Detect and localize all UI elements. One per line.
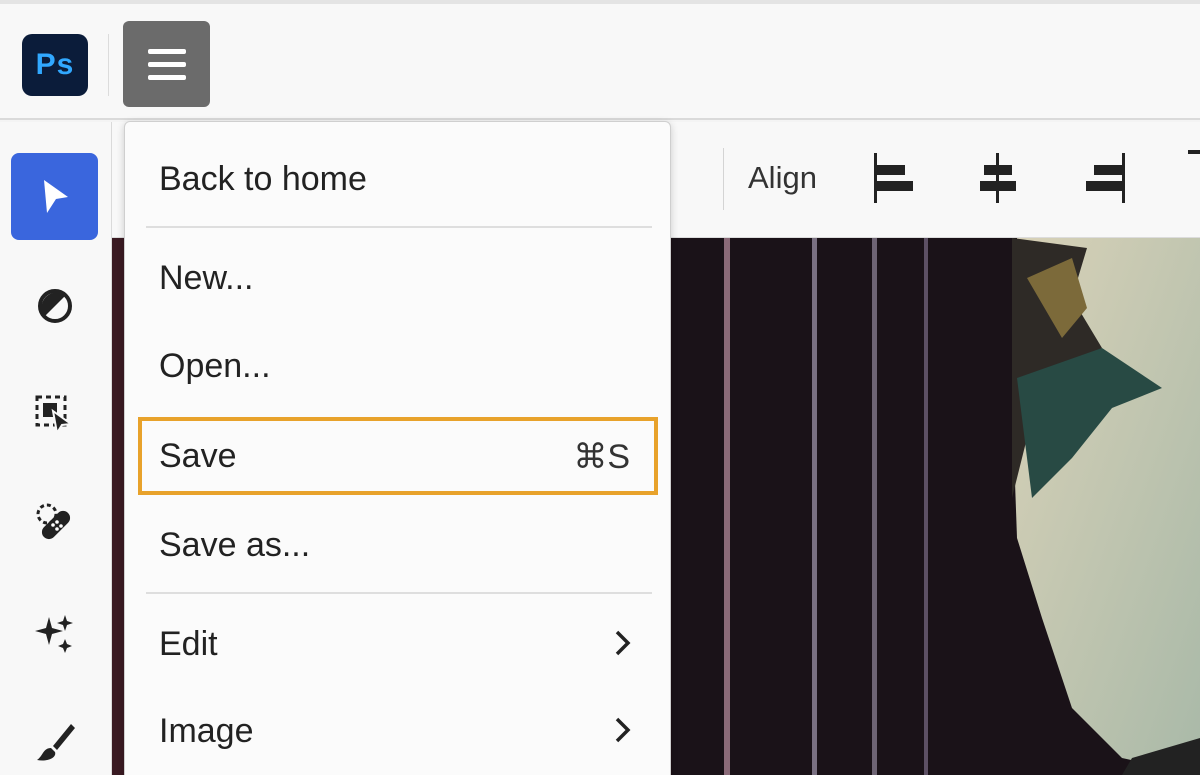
menu-item-back-to-home[interactable]: Back to home [159, 159, 367, 199]
align-center-button[interactable] [968, 148, 1028, 208]
menu-item-open[interactable]: Open... [159, 346, 271, 386]
logo-text: Ps [35, 48, 75, 81]
align-label: Align [748, 160, 817, 195]
align-left-button[interactable] [860, 148, 920, 208]
menu-item-image[interactable]: Image [159, 711, 254, 751]
adjustment-tool[interactable] [11, 262, 98, 349]
chevron-right-icon [615, 717, 631, 743]
tools-panel [0, 122, 112, 775]
main-menu-button[interactable] [123, 21, 210, 107]
photoshop-logo[interactable]: Ps [22, 34, 88, 96]
menu-separator [146, 226, 652, 228]
save-shortcut: ⌘S [573, 438, 630, 476]
overflow-tool-icon[interactable] [1188, 150, 1200, 154]
brush-icon [36, 723, 75, 761]
bandage-icon [36, 503, 70, 539]
align-right-button[interactable] [1078, 148, 1138, 208]
menu-item-new[interactable]: New... [159, 258, 253, 298]
align-left-icon [874, 153, 913, 203]
menu-item-save[interactable]: Save [159, 436, 237, 476]
header-divider [108, 34, 109, 96]
align-right-icon [1086, 153, 1125, 203]
brush-tool[interactable] [11, 698, 98, 775]
sparkles-icon [34, 614, 73, 653]
object-select-tool[interactable] [11, 371, 98, 458]
generative-fill-tool[interactable] [11, 589, 98, 676]
options-divider [723, 148, 724, 210]
healing-tool[interactable] [11, 480, 98, 567]
half-circle-contrast-icon [37, 288, 72, 323]
chevron-right-icon [615, 630, 631, 656]
hamburger-menu-icon [147, 48, 186, 54]
menu-item-save-as[interactable]: Save as... [159, 525, 310, 565]
select-tool[interactable] [11, 153, 98, 240]
menu-separator [146, 592, 652, 594]
align-center-icon [980, 153, 1016, 203]
object-select-icon [35, 395, 74, 436]
main-menu-dropdown: Back to home New... Open... Save ⌘S Save… [124, 121, 671, 775]
menu-item-edit[interactable]: Edit [159, 624, 218, 664]
pointer-arrow-icon [43, 179, 68, 213]
app-header: Ps [0, 0, 1200, 120]
